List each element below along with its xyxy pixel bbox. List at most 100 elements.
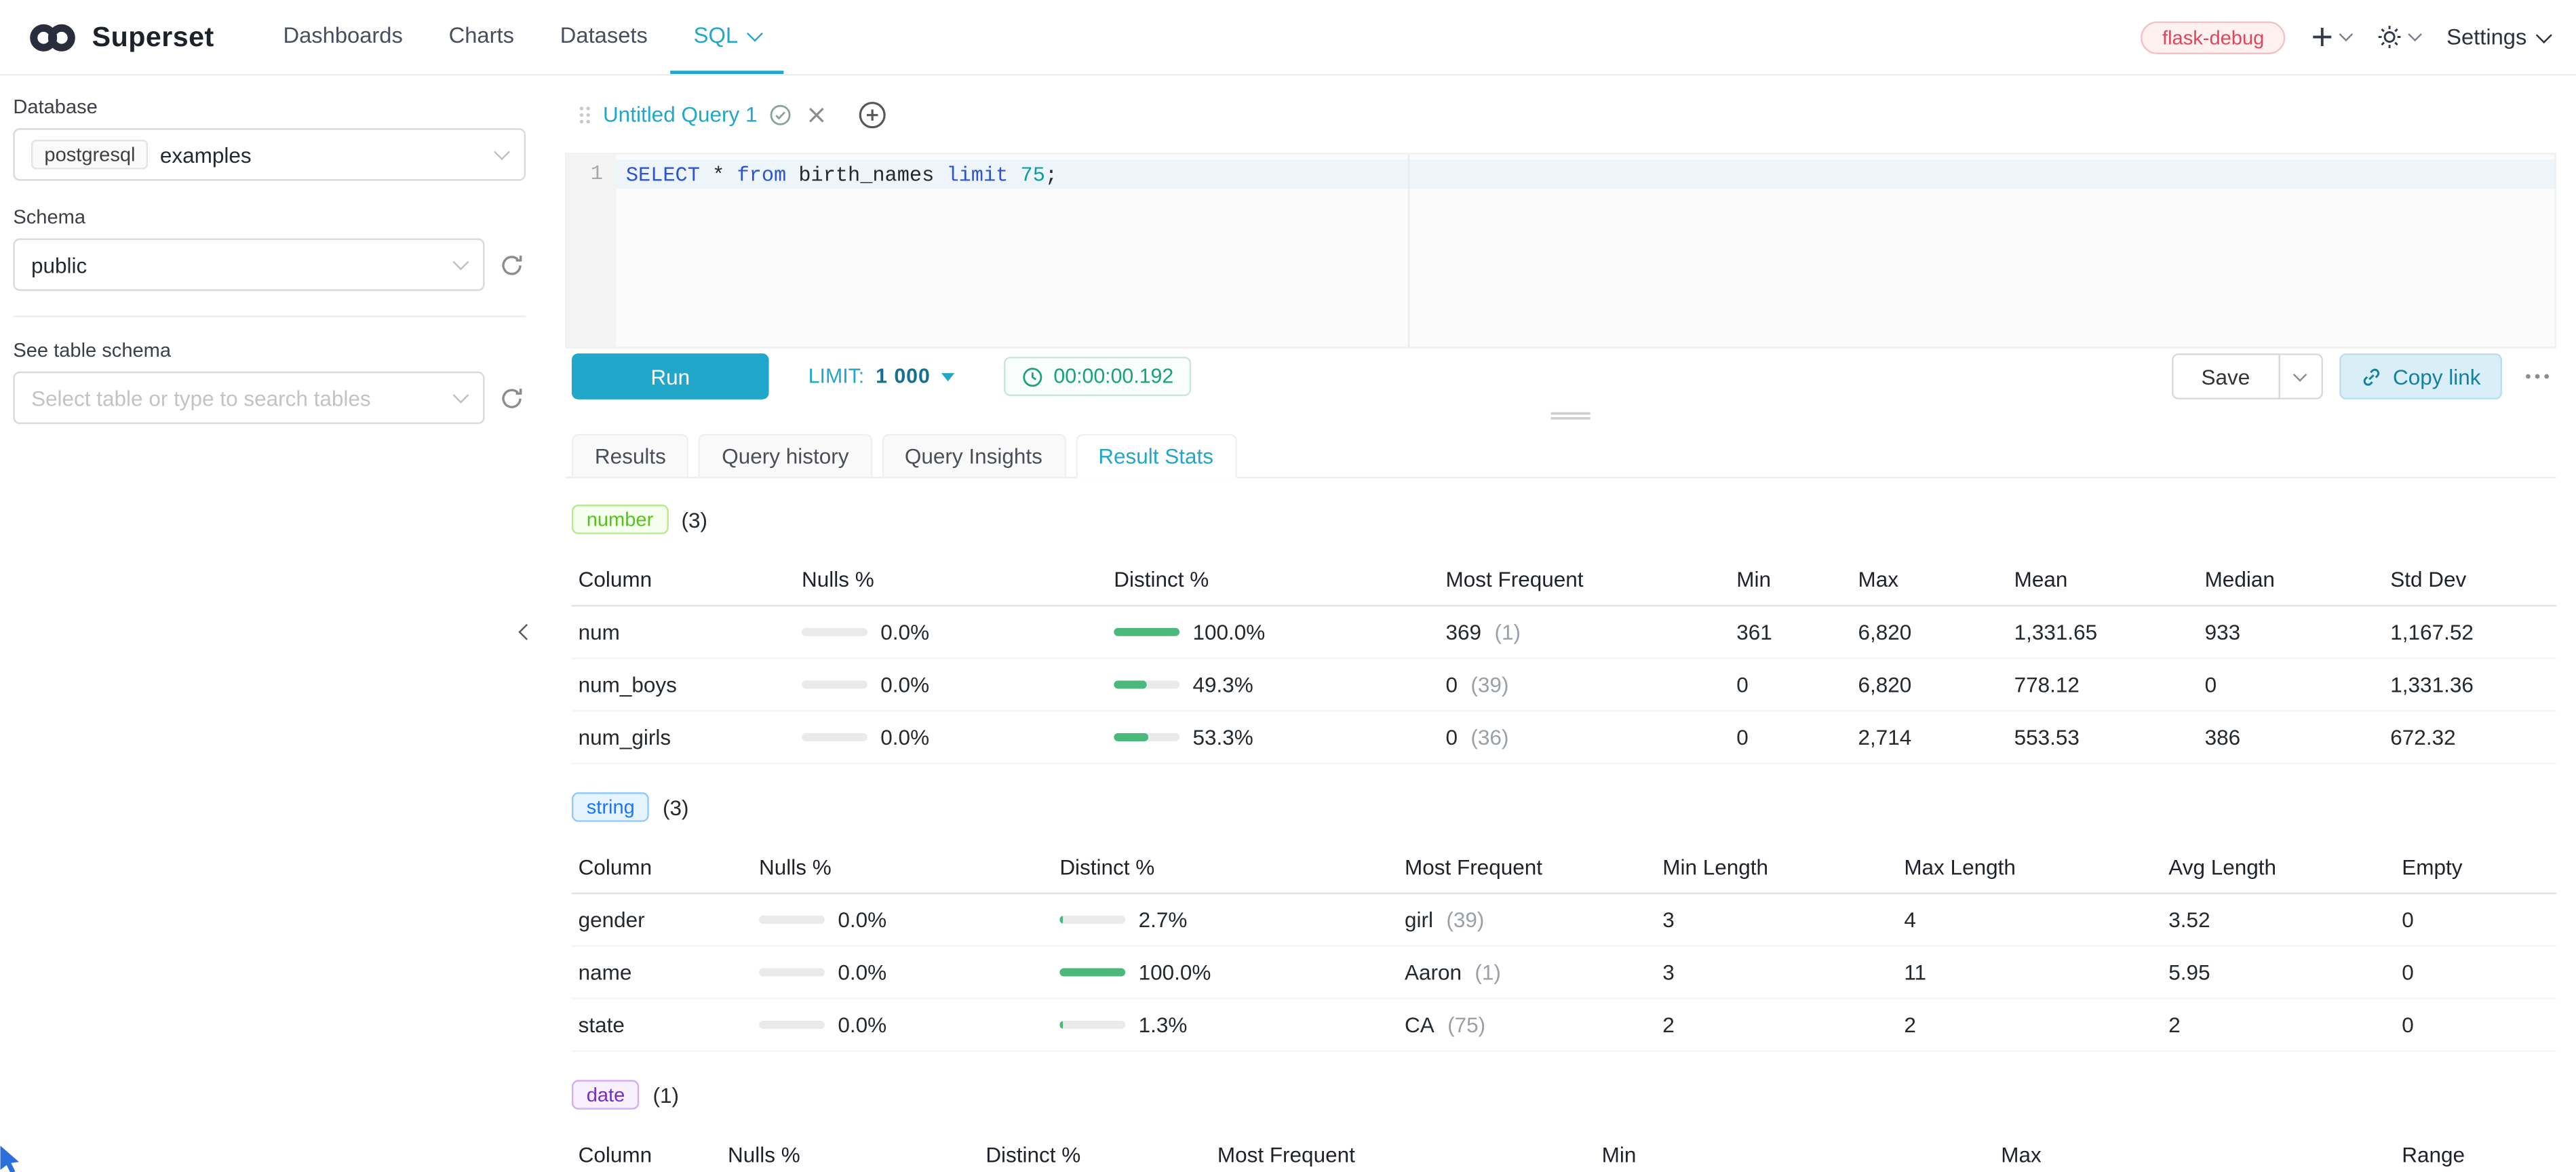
progress-bar-track <box>759 968 825 976</box>
new-item-dropdown[interactable] <box>2312 26 2351 48</box>
stats-section-date: date(1) ColumnNulls %Distinct %Most Frequ… <box>572 1080 2556 1172</box>
percent-label: 2.7% <box>1139 907 1188 932</box>
code-token <box>700 164 712 187</box>
progress-bar-track <box>802 680 867 688</box>
code-token: SELECT <box>626 164 700 187</box>
table-schema-label: See table schema <box>13 338 526 362</box>
code-token: 75 <box>1021 164 1045 187</box>
chevron-down-icon <box>2536 26 2552 43</box>
theme-dropdown[interactable] <box>2377 24 2420 49</box>
editor-toolbar: Run LIMIT: 1 000 00:00:00.192 Save <box>572 352 2556 402</box>
settings-label: Settings <box>2446 24 2526 49</box>
close-tab-icon[interactable] <box>808 106 825 122</box>
column-header-distinct-: Distinct % <box>1108 554 1439 605</box>
cell-value: 0 <box>1730 711 1852 762</box>
progress-bar-fill <box>1114 680 1146 688</box>
caret-down-icon <box>942 372 955 380</box>
code-area[interactable]: SELECT * from birth_names limit 75; <box>616 155 2554 347</box>
copy-link-button[interactable]: Copy link <box>2339 353 2502 399</box>
nav-link-label: Dashboards <box>283 23 402 47</box>
plus-icon <box>2312 26 2333 48</box>
percent-label: 0.0% <box>838 1013 886 1037</box>
column-header-min: Min <box>1730 554 1852 605</box>
cell-value: 1,167.52 <box>2384 606 2556 657</box>
cell-value: 933 <box>2198 606 2384 657</box>
nav-link-sql[interactable]: SQL <box>671 0 784 74</box>
cell-nulls-percent: 0.0% <box>795 606 1107 657</box>
table-select-placeholder: Select table or type to search tables <box>31 385 371 410</box>
chevron-down-icon <box>747 24 764 41</box>
refresh-tables-button[interactable] <box>499 385 526 410</box>
cell-value: 2 <box>1656 1000 1898 1051</box>
percent-label: 0.0% <box>838 960 886 984</box>
nav-link-charts[interactable]: Charts <box>426 0 537 74</box>
progress-bar-track <box>1114 680 1179 688</box>
tab-results[interactable]: Results <box>572 434 689 478</box>
progress-bar-track <box>759 1021 825 1029</box>
refresh-schemas-button[interactable] <box>499 252 526 277</box>
query-tab[interactable]: Untitled Query 1 <box>579 102 825 126</box>
cell-nulls-percent: 0.0% <box>752 947 1053 998</box>
progress-bar-track <box>1059 916 1125 924</box>
column-header-empty: Empty <box>2396 842 2556 893</box>
cell-value: 0 <box>2396 947 2556 998</box>
code-token: * <box>712 164 724 187</box>
add-tab-button[interactable] <box>857 100 887 130</box>
table-select-row: Select table or type to search tables <box>13 372 526 425</box>
percent-label: 0.0% <box>838 907 886 932</box>
column-count: (3) <box>663 795 688 819</box>
limit-dropdown[interactable]: LIMIT: 1 000 <box>808 365 955 388</box>
tab-query-insights[interactable]: Query Insights <box>882 434 1066 478</box>
table-header-row: ColumnNulls %Distinct %Most FrequentMinM… <box>572 1129 2556 1172</box>
environment-badge: flask-debug <box>2141 20 2286 53</box>
most-frequent-value: CA <box>1405 1013 1435 1037</box>
nav-link-datasets[interactable]: Datasets <box>537 0 671 74</box>
section-head: date(1) <box>572 1080 2556 1110</box>
progress-bar-fill <box>1114 628 1179 636</box>
primary-nav: Dashboards ChartsDatasetsSQL <box>260 0 784 74</box>
query-tab-title[interactable]: Untitled Query 1 <box>603 102 758 126</box>
cell-value: 4 <box>1898 894 2162 945</box>
settings-menu[interactable]: Settings <box>2446 24 2550 49</box>
run-button[interactable]: Run <box>572 353 769 399</box>
query-timer-badge: 00:00:00.192 <box>1004 357 1192 396</box>
tab-query-history[interactable]: Query history <box>699 434 872 478</box>
save-button[interactable]: Save <box>2172 353 2280 399</box>
table-select[interactable]: Select table or type to search tables <box>13 372 484 425</box>
sql-editor[interactable]: 1 SELECT * from birth_names limit 75; <box>565 153 2556 348</box>
sidebar-collapse-button[interactable] <box>514 610 539 652</box>
south-pane-tabs: ResultsQuery historyQuery InsightsResult… <box>565 431 2556 478</box>
cell-column-name: name <box>572 947 752 998</box>
column-header-max: Max <box>1995 1129 2396 1172</box>
drag-handle-icon[interactable] <box>579 104 591 124</box>
column-header-max: Max <box>1852 554 2008 605</box>
more-actions-button[interactable] <box>2518 370 2556 383</box>
nav-link-dashboards[interactable]: Dashboards <box>260 0 426 74</box>
percent-label: 53.3% <box>1193 725 1253 749</box>
sun-icon <box>2377 24 2402 49</box>
most-frequent-value: Aaron <box>1405 960 1462 984</box>
progress-bar-track <box>802 733 867 741</box>
column-header-distinct-: Distinct % <box>979 1129 1211 1172</box>
cell-value: 3 <box>1656 947 1898 998</box>
chevron-left-icon <box>518 624 534 640</box>
navbar-right: flask-debug Settings <box>2141 0 2550 74</box>
cell-most-frequent: girl(39) <box>1398 894 1656 945</box>
chevron-down-icon <box>2293 367 2307 381</box>
save-dropdown-button[interactable] <box>2280 353 2322 399</box>
code-token <box>724 164 737 187</box>
code-token: ; <box>1045 164 1057 187</box>
cell-value: 553.53 <box>2008 711 2198 762</box>
stats-section-number: number(3)ColumnNulls %Distinct %Most Fre… <box>572 505 2556 764</box>
tab-result-stats[interactable]: Result Stats <box>1075 434 1236 478</box>
chevron-down-icon <box>2408 28 2423 42</box>
limit-label: LIMIT: <box>808 365 864 388</box>
database-select[interactable]: postgresql examples <box>13 128 526 181</box>
database-select-row: postgresql examples <box>13 128 526 181</box>
cell-nulls-percent: 0.0% <box>795 711 1107 762</box>
schema-select[interactable]: public <box>13 238 484 291</box>
pane-resize-handle[interactable] <box>565 401 2576 431</box>
superset-logo[interactable]: Superset <box>26 0 214 74</box>
table-row-gender: gender0.0%2.7%girl(39)343.520 <box>572 894 2556 947</box>
most-frequent-count: (1) <box>1494 620 1520 644</box>
